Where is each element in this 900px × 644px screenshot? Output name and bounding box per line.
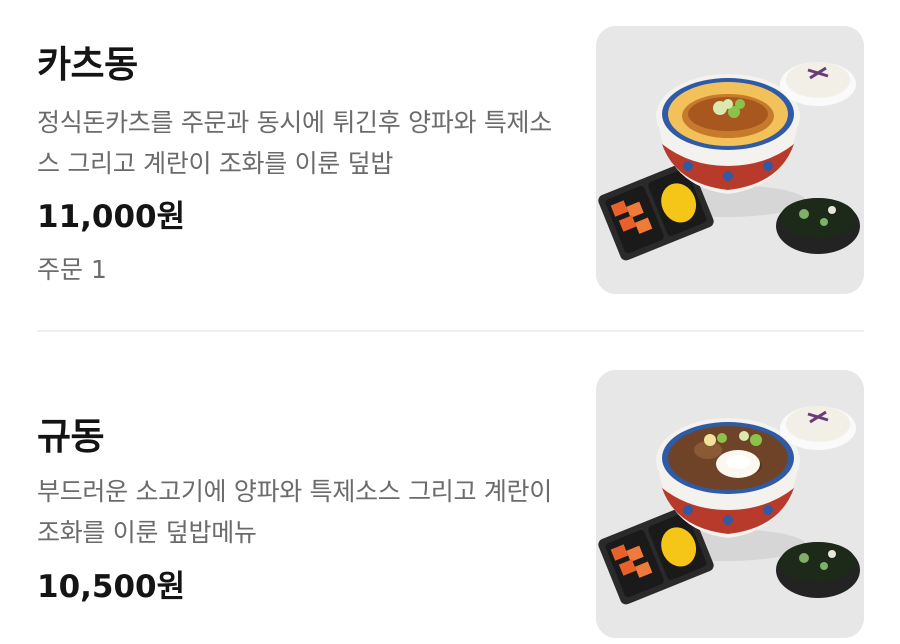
katsudon-photo-illustration [596,26,864,294]
menu-item-description: 정식돈카츠를 주문과 동시에 튀긴후 양파와 특제소스 그리고 계란이 조화를 … [37,108,552,178]
menu-list: 카츠동 정식돈카츠를 주문과 동시에 튀긴후 양파와 특제소스 그리고 계란이 … [0,0,900,644]
menu-item-name: 카츠동 [37,43,138,86]
menu-item-katsudon[interactable]: 카츠동 정식돈카츠를 주문과 동시에 튀긴후 양파와 특제소스 그리고 계란이 … [0,0,900,330]
menu-item-order-count: 주문 1 [37,255,107,284]
menu-item-name: 규동 [37,415,105,458]
menu-item-description: 부드러운 소고기에 양파와 특제소스 그리고 계란이 조화를 이룬 덮밥메뉴 [37,477,552,547]
menu-item-price: 11,000원 [37,199,186,235]
menu-item-photo[interactable] [596,370,864,638]
menu-item-price: 10,500원 [37,569,186,605]
gyudon-photo-illustration [596,370,864,638]
menu-item-gyudon[interactable]: 규동 부드러운 소고기에 양파와 특제소스 그리고 계란이 조화를 이룬 덮밥메… [0,332,900,644]
menu-item-photo[interactable] [596,26,864,294]
